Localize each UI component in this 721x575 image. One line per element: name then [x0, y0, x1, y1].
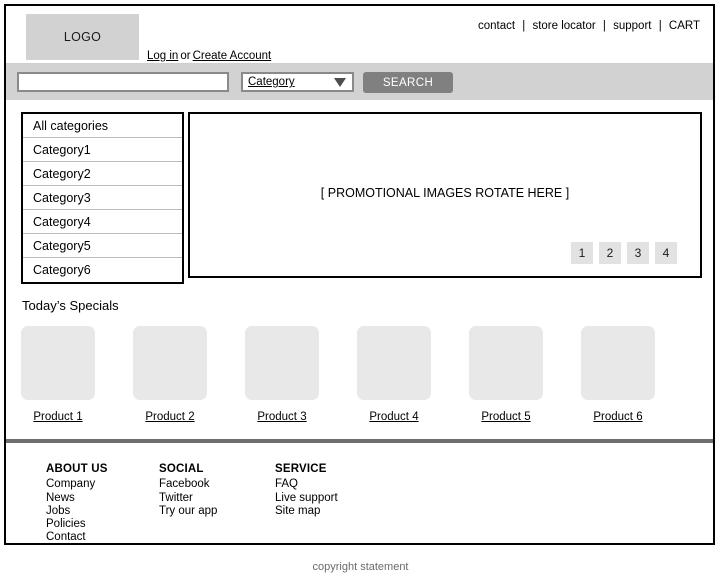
search-button[interactable]: SEARCH [363, 72, 453, 93]
account-connector: or [180, 50, 191, 62]
utility-nav: contact | store locator | support | CART [478, 20, 700, 32]
promo-banner[interactable]: [ PROMOTIONAL IMAGES ROTATE HERE ] 1 2 3… [188, 112, 702, 278]
product-link-2[interactable]: Product 2 [145, 411, 194, 423]
product-card: Product 1 [21, 326, 95, 423]
footer-column-service: SERVICE FAQ Live support Site map [275, 463, 338, 518]
create-account-link[interactable]: Create Account [193, 50, 272, 62]
category-dropdown[interactable]: Category [241, 72, 354, 92]
product-link-1[interactable]: Product 1 [33, 411, 82, 423]
specials-title: Today’s Specials [22, 298, 119, 313]
category-sidebar: All categories Category1 Category2 Categ… [21, 112, 184, 284]
product-link-5[interactable]: Product 5 [481, 411, 530, 423]
product-thumbnail[interactable] [581, 326, 655, 400]
site-header: LOGO contact | store locator | support |… [6, 6, 713, 63]
nav-link-contact[interactable]: contact [478, 20, 515, 32]
main-content: All categories Category1 Category2 Categ… [6, 99, 713, 439]
product-thumbnail[interactable] [21, 326, 95, 400]
footer-link-jobs[interactable]: Jobs [46, 505, 108, 518]
footer-heading-social: SOCIAL [159, 463, 204, 475]
nav-link-store-locator[interactable]: store locator [532, 20, 595, 32]
promo-page-2[interactable]: 2 [599, 242, 621, 264]
chevron-down-icon [334, 77, 346, 87]
search-bar: Category SEARCH [6, 63, 713, 100]
sidebar-item-category5[interactable]: Category5 [23, 234, 182, 258]
product-link-4[interactable]: Product 4 [369, 411, 418, 423]
footer-column-social: SOCIAL Facebook Twitter Try our app [159, 463, 217, 518]
footer-link-facebook[interactable]: Facebook [159, 478, 217, 491]
footer-link-contact[interactable]: Contact [46, 531, 108, 544]
product-link-6[interactable]: Product 6 [593, 411, 642, 423]
sidebar-item-category2[interactable]: Category2 [23, 162, 182, 186]
product-card: Product 3 [245, 326, 319, 423]
account-links: Log in or Create Account [147, 50, 271, 62]
promo-placeholder-text: [ PROMOTIONAL IMAGES ROTATE HERE ] [320, 186, 570, 200]
nav-separator: | [658, 20, 662, 32]
footer-link-news[interactable]: News [46, 492, 108, 505]
footer-link-policies[interactable]: Policies [46, 518, 108, 531]
specials-product-row: Product 1 Product 2 Product 3 Product 4 … [21, 326, 703, 423]
copyright-statement: copyright statement [312, 561, 409, 573]
search-input[interactable] [17, 72, 229, 92]
footer-link-company[interactable]: Company [46, 478, 108, 491]
footer-column-about-us: ABOUT US Company News Jobs Policies Cont… [46, 463, 108, 545]
nav-link-support[interactable]: support [613, 20, 651, 32]
product-thumbnail[interactable] [469, 326, 543, 400]
footer-link-live-support[interactable]: Live support [275, 492, 338, 505]
logo[interactable]: LOGO [26, 14, 139, 60]
footer-link-faq[interactable]: FAQ [275, 478, 338, 491]
product-thumbnail[interactable] [133, 326, 207, 400]
logo-text: LOGO [63, 30, 102, 44]
product-thumbnail[interactable] [357, 326, 431, 400]
sidebar-item-category3[interactable]: Category3 [23, 186, 182, 210]
product-card: Product 2 [133, 326, 207, 423]
category-dropdown-label: Category [248, 76, 295, 88]
promo-page-3[interactable]: 3 [627, 242, 649, 264]
login-link[interactable]: Log in [147, 50, 178, 62]
sidebar-item-category6[interactable]: Category6 [23, 258, 182, 282]
site-footer: ABOUT US Company News Jobs Policies Cont… [6, 443, 713, 543]
product-link-3[interactable]: Product 3 [257, 411, 306, 423]
promo-page-1[interactable]: 1 [571, 242, 593, 264]
promo-page-4[interactable]: 4 [655, 242, 677, 264]
nav-link-cart[interactable]: CART [669, 20, 700, 32]
nav-separator: | [602, 20, 606, 32]
sidebar-item-category4[interactable]: Category4 [23, 210, 182, 234]
sidebar-item-category1[interactable]: Category1 [23, 138, 182, 162]
nav-separator: | [522, 20, 526, 32]
product-card: Product 6 [581, 326, 655, 423]
product-card: Product 4 [357, 326, 431, 423]
product-thumbnail[interactable] [245, 326, 319, 400]
footer-link-twitter[interactable]: Twitter [159, 492, 217, 505]
product-card: Product 5 [469, 326, 543, 423]
sidebar-item-all-categories[interactable]: All categories [23, 114, 182, 138]
footer-link-try-our-app[interactable]: Try our app [159, 505, 217, 518]
footer-link-site-map[interactable]: Site map [275, 505, 338, 518]
page-frame: LOGO contact | store locator | support |… [4, 4, 715, 545]
footer-heading-about-us: ABOUT US [46, 463, 108, 475]
footer-heading-service: SERVICE [275, 463, 327, 475]
promo-pagination: 1 2 3 4 [571, 242, 677, 264]
